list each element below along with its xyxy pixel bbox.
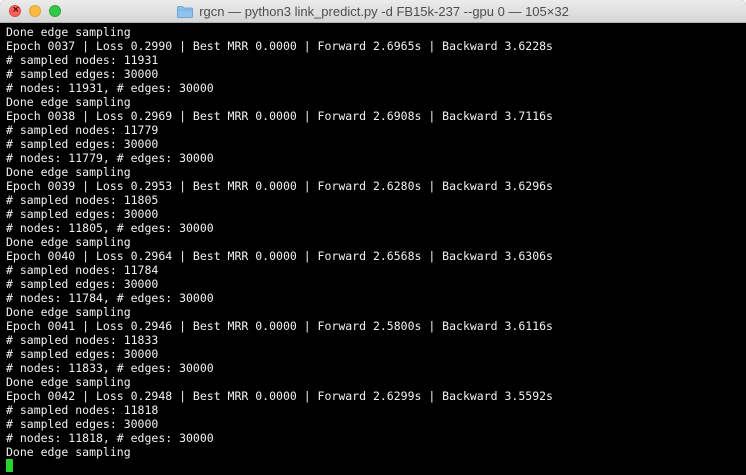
terminal-line: Epoch 0039 | Loss 0.2953 | Best MRR 0.00… [6, 179, 553, 193]
terminal-line: # nodes: 11818, # edges: 30000 [6, 431, 214, 445]
terminal-line: Done edge sampling [6, 305, 131, 319]
terminal-window: × rgcn — python3 link_predict.py -d FB15… [0, 0, 746, 475]
terminal-line: # sampled edges: 30000 [6, 277, 159, 291]
terminal-line: Done edge sampling [6, 165, 131, 179]
terminal-line: # sampled edges: 30000 [6, 417, 159, 431]
terminal-line: # sampled nodes: 11779 [6, 123, 159, 137]
close-icon: × [12, 5, 20, 15]
terminal-line: # sampled nodes: 11931 [6, 53, 159, 67]
terminal-line: Epoch 0038 | Loss 0.2969 | Best MRR 0.00… [6, 109, 553, 123]
terminal-lines: Done edge sampling Epoch 0037 | Loss 0.29… [6, 25, 740, 459]
folder-icon [177, 5, 194, 18]
terminal-line: # sampled edges: 30000 [6, 347, 159, 361]
terminal-line: # sampled edges: 30000 [6, 137, 159, 151]
close-button[interactable]: × [9, 5, 21, 17]
terminal-line: # sampled nodes: 11818 [6, 403, 159, 417]
zoom-button[interactable] [49, 5, 61, 17]
terminal-line: # sampled nodes: 11833 [6, 333, 159, 347]
cursor [6, 459, 13, 472]
prompt-line [6, 459, 740, 473]
title-group: rgcn — python3 link_predict.py -d FB15k-… [0, 0, 746, 23]
terminal-line: # nodes: 11805, # edges: 30000 [6, 221, 214, 235]
terminal-line: Epoch 0037 | Loss 0.2990 | Best MRR 0.00… [6, 39, 553, 53]
terminal-output[interactable]: Done edge sampling Epoch 0037 | Loss 0.29… [0, 23, 746, 475]
terminal-line: Done edge sampling [6, 445, 131, 459]
terminal-line: Epoch 0040 | Loss 0.2964 | Best MRR 0.00… [6, 249, 553, 263]
terminal-line: # nodes: 11931, # edges: 30000 [6, 81, 214, 95]
window-title: rgcn — python3 link_predict.py -d FB15k-… [199, 4, 569, 19]
terminal-line: # nodes: 11784, # edges: 30000 [6, 291, 214, 305]
terminal-line: # sampled edges: 30000 [6, 207, 159, 221]
terminal-line: Done edge sampling [6, 95, 131, 109]
terminal-line: # sampled nodes: 11784 [6, 263, 159, 277]
terminal-line: Done edge sampling [6, 235, 131, 249]
terminal-line: # sampled nodes: 11805 [6, 193, 159, 207]
terminal-line: Done edge sampling [6, 375, 131, 389]
terminal-line: # nodes: 11779, # edges: 30000 [6, 151, 214, 165]
minimize-button[interactable] [29, 5, 41, 17]
title-bar[interactable]: × rgcn — python3 link_predict.py -d FB15… [0, 0, 746, 23]
terminal-line: # sampled edges: 30000 [6, 67, 159, 81]
terminal-line: Epoch 0042 | Loss 0.2948 | Best MRR 0.00… [6, 389, 553, 403]
terminal-line: # nodes: 11833, # edges: 30000 [6, 361, 214, 375]
terminal-line: Epoch 0041 | Loss 0.2946 | Best MRR 0.00… [6, 319, 553, 333]
terminal-line: Done edge sampling [6, 25, 131, 39]
